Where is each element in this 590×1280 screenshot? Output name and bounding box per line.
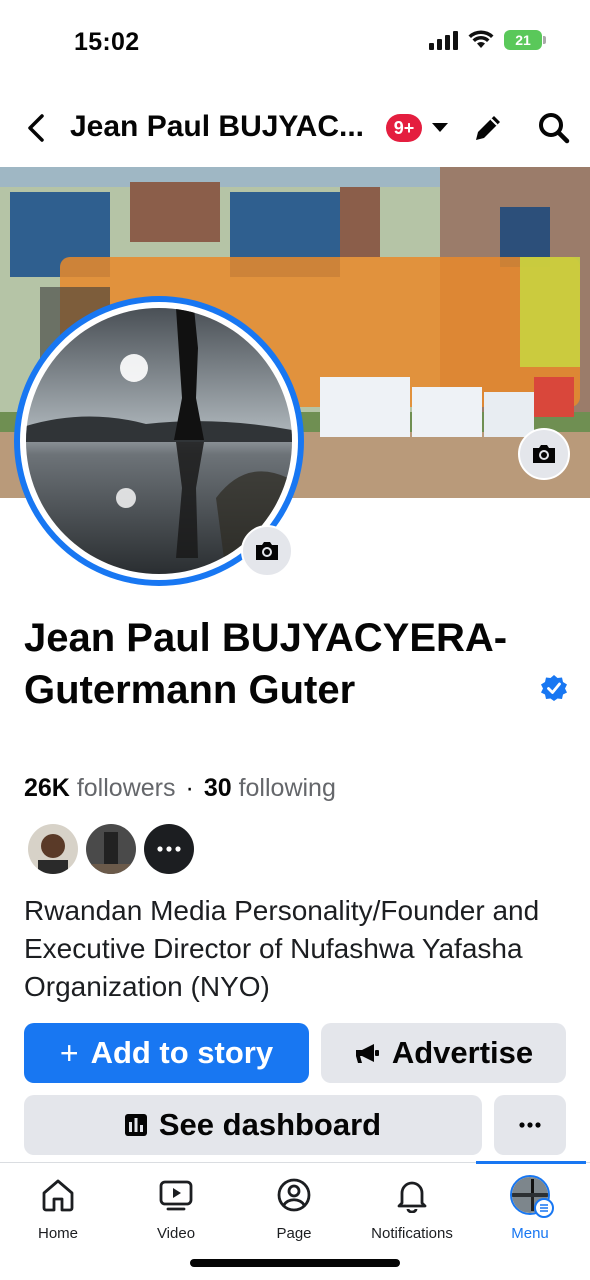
followers-count[interactable]: 26K: [24, 774, 70, 802]
friend-avatar[interactable]: [86, 824, 136, 874]
home-icon: [42, 1179, 74, 1212]
more-friends-button[interactable]: [144, 824, 194, 874]
advertise-button[interactable]: Advertise: [321, 1023, 566, 1083]
notification-badge[interactable]: 9+: [386, 114, 422, 142]
following-count[interactable]: 30: [204, 774, 232, 802]
battery-icon: 21: [504, 30, 546, 50]
tab-label: Menu: [511, 1225, 549, 1242]
bell-icon: [397, 1181, 427, 1213]
followers-label[interactable]: followers: [77, 774, 176, 802]
profile-switcher-button[interactable]: [428, 116, 452, 140]
tab-home[interactable]: Home: [8, 1175, 108, 1242]
profile-header: Jean Paul BUJYAC... 9+: [0, 100, 590, 158]
tab-label: Video: [156, 1225, 196, 1242]
advertise-label: Advertise: [391, 1035, 534, 1070]
camera-icon: [256, 542, 278, 560]
tab-label: Notifications: [371, 1225, 453, 1242]
see-dashboard-button[interactable]: See dashboard: [24, 1095, 482, 1155]
video-icon: [159, 1180, 193, 1211]
following-label[interactable]: following: [239, 774, 336, 802]
status-bar: 15:02 21: [0, 0, 590, 90]
tab-notifications[interactable]: Notifications: [362, 1175, 462, 1242]
follow-stats: 26K followers · 30 following: [24, 774, 336, 803]
profile-name: Jean Paul BUJYACYERA-Gutermann Guter: [24, 616, 508, 712]
search-button[interactable]: [534, 110, 574, 146]
back-button[interactable]: [18, 108, 54, 148]
verified-badge-icon: [541, 675, 567, 701]
megaphone-icon: [355, 1044, 379, 1063]
tab-menu[interactable]: Menu: [480, 1175, 580, 1242]
dashboard-icon: [124, 1114, 147, 1136]
profile-bio: Rwandan Media Personality/Founder and Ex…: [24, 895, 540, 1002]
menu-lines-icon: [534, 1198, 554, 1218]
avatar-camera-button[interactable]: [241, 525, 293, 577]
wifi-icon: [468, 30, 494, 48]
home-indicator: [190, 1259, 400, 1267]
tab-video[interactable]: Video: [126, 1175, 226, 1242]
cover-camera-button[interactable]: [518, 428, 570, 480]
stats-separator: ·: [185, 774, 194, 802]
edit-button[interactable]: [470, 110, 506, 146]
tab-page[interactable]: Page: [244, 1175, 344, 1242]
search-icon: [539, 113, 570, 144]
camera-icon: [533, 445, 555, 463]
status-time: 15:02: [74, 28, 140, 56]
active-tab-indicator: [476, 1161, 586, 1164]
plus-icon: +: [59, 1034, 79, 1071]
pencil-icon: [476, 116, 500, 140]
more-options-button[interactable]: [494, 1095, 566, 1155]
page-icon: [277, 1178, 311, 1212]
more-icon: [157, 846, 181, 852]
tab-label: Page: [276, 1225, 312, 1242]
add-to-story-label: Add to story: [90, 1035, 274, 1070]
see-dashboard-label: See dashboard: [158, 1107, 382, 1142]
battery-level: 21: [515, 32, 531, 48]
chevron-left-icon: [28, 114, 44, 142]
more-icon: [519, 1122, 541, 1128]
add-to-story-button[interactable]: + Add to story: [24, 1023, 309, 1083]
tab-label: Home: [37, 1225, 78, 1242]
caret-down-icon: [432, 123, 448, 132]
mutual-avatars: [28, 824, 194, 874]
page-title: Jean Paul BUJYAC...: [70, 110, 365, 143]
status-icons: 21: [429, 30, 546, 50]
friend-avatar[interactable]: [28, 824, 78, 874]
signal-icon: [429, 30, 458, 50]
